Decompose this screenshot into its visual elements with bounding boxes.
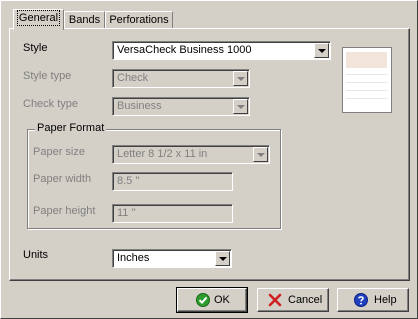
tab-perforations-label: Perforations (109, 14, 169, 26)
question-circle-icon (354, 293, 368, 307)
red-x-icon (268, 293, 282, 307)
chevron-down-icon (219, 257, 227, 261)
style-type-select-value: Check (117, 72, 149, 84)
chevron-down-icon (318, 49, 326, 53)
paper-width-value: 8.5 '' (117, 175, 140, 187)
tab-perforations[interactable]: Perforations (105, 11, 173, 29)
preview-line (346, 98, 387, 99)
paper-height-value: 11 '' (117, 207, 136, 219)
ok-button[interactable]: OK (176, 287, 248, 313)
paper-width-label: Paper width (33, 173, 92, 185)
tab-bands-label: Bands (68, 14, 101, 26)
paper-height-field[interactable]: 11 '' (112, 204, 233, 223)
style-type-label: Style type (23, 70, 72, 82)
help-button[interactable]: Help (337, 288, 409, 312)
help-label: Help (374, 294, 397, 306)
paper-format-title: Paper Format (35, 122, 107, 134)
tab-general-label: General (16, 10, 61, 26)
paper-height-label: Paper height (33, 205, 96, 217)
paper-size-dropdown-button[interactable] (253, 147, 268, 162)
cancel-label: Cancel (288, 294, 323, 306)
paper-size-select[interactable]: Letter 8 1/2 x 11 in (112, 145, 270, 164)
style-type-dropdown-button[interactable] (233, 71, 248, 86)
chevron-down-icon (237, 77, 245, 81)
check-preview-image (346, 52, 387, 68)
dialog-window: General Bands Perforations Style VersaCh… (0, 0, 418, 319)
chevron-down-icon (257, 153, 265, 157)
units-select[interactable]: Inches (112, 249, 232, 268)
check-type-label: Check type (23, 98, 79, 110)
units-dropdown-button[interactable] (215, 251, 230, 266)
paper-size-select-value: Letter 8 1/2 x 11 in (117, 148, 208, 160)
paper-size-label: Paper size (33, 146, 85, 158)
checkmark-circle-icon (196, 293, 210, 307)
check-type-select-value: Business (117, 100, 162, 112)
cancel-button[interactable]: Cancel (257, 288, 329, 312)
style-type-select[interactable]: Check (112, 69, 250, 88)
units-select-value: Inches (117, 252, 150, 264)
tab-bands[interactable]: Bands (64, 11, 105, 29)
check-type-dropdown-button[interactable] (233, 99, 248, 114)
preview-line (346, 90, 387, 91)
style-dropdown-button[interactable] (314, 43, 329, 58)
units-label: Units (23, 249, 49, 261)
tab-general[interactable]: General (13, 9, 64, 30)
paper-width-field[interactable]: 8.5 '' (112, 172, 233, 191)
check-style-preview (342, 47, 392, 113)
chevron-down-icon (237, 105, 245, 109)
preview-line (346, 74, 387, 75)
style-label: Style (23, 42, 48, 54)
style-select[interactable]: VersaCheck Business 1000 (112, 41, 331, 60)
check-type-select[interactable]: Business (112, 97, 250, 116)
preview-line (346, 82, 387, 83)
style-select-value: VersaCheck Business 1000 (117, 44, 252, 56)
ok-label: OK (214, 294, 230, 306)
